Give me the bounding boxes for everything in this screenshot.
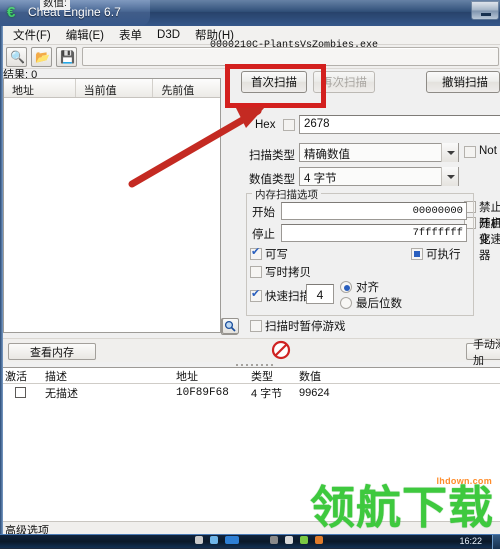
copy-on-write-label: 写时拷贝 [265,267,311,279]
start-address-label: 开始 [252,207,275,219]
taskbar-icon-1[interactable] [195,536,203,544]
value-type-value: 4 字节 [304,173,337,185]
desktop-background: € Cheat Engine 6.7 文件(F) 编辑(E) 表单 D3D 帮助… [0,0,500,549]
last-digits-radio[interactable] [340,297,352,309]
not-checkbox[interactable] [464,146,476,158]
view-memory-button[interactable]: 查看内存 [8,343,96,360]
scan-results-header: 地址 当前值 先前值 [4,79,220,98]
menu-form[interactable]: 表单 [113,25,151,46]
value-type-label: 数值类型 [249,174,295,186]
executable-checkbox[interactable] [411,248,423,260]
taskbar-icon-6[interactable] [300,536,308,544]
row-active-cell[interactable] [0,387,40,398]
row-active-checkbox[interactable] [14,387,26,398]
magnifier-icon[interactable] [222,318,239,334]
watermark-text: 领航下载 [309,481,494,534]
last-digits-label: 最后位数 [356,298,402,310]
value-type-select[interactable]: 4 字节 [299,167,459,186]
menu-edit[interactable]: 编辑(E) [60,25,113,46]
cheat-table-header: 激活 描述 地址 类型 数值 [0,368,500,384]
site-watermark: lhdown.com 领航下载 [268,476,498,532]
ct-column-type[interactable]: 类型 [246,368,294,383]
row-value[interactable]: 99624 [294,387,374,399]
alignment-radio[interactable] [340,281,352,293]
speedhack-label: 开启变速器 [479,218,500,262]
fast-scan-checkbox[interactable] [250,287,262,302]
start-address-input[interactable]: 00000000 [281,202,467,220]
stop-sign-glyph [271,340,291,360]
menu-d3d[interactable]: D3D [151,27,189,44]
stop-address-input[interactable]: 7fffffff [281,224,467,242]
hex-checkbox[interactable] [283,119,295,131]
hex-label: Hex [255,119,276,131]
ct-column-value[interactable]: 数值 [294,368,374,383]
scan-type-label: 扫描类型 [249,150,295,162]
pause-game-label: 扫描时暂停游戏 [265,321,346,333]
taskbar-icon-7[interactable] [315,536,323,544]
scan-value-input[interactable]: 2678 [299,115,500,134]
show-desktop-button[interactable] [492,535,500,549]
folder-open-icon[interactable]: 📂 [31,47,52,67]
scan-results-list[interactable]: 地址 当前值 先前值 [3,78,221,333]
undo-scan-button[interactable]: 撤销扫描 [426,71,500,93]
attached-process-title: 0000210C-PlantsVsZombies.exe [210,40,379,51]
writable-checkbox[interactable] [250,245,262,260]
taskbar-icon-5[interactable] [285,536,293,544]
fast-scan-alignment-input[interactable]: 4 [306,284,334,304]
menu-file[interactable]: 文件(F) [7,25,60,46]
table-row[interactable]: 无描述 10F89F68 4 字节 99624 [0,384,500,401]
taskbar-clock[interactable]: 16:22 [459,536,482,546]
window-left-edge [0,26,3,535]
chevron-down-icon[interactable] [441,143,458,162]
scan-type-select[interactable]: 精确数值 [299,143,459,162]
not-label: Not [479,145,497,157]
taskbar-icon-3[interactable] [225,536,239,544]
value-group-legend: 数值: [40,0,70,10]
column-address[interactable]: 地址 [4,79,76,97]
taskbar[interactable]: 16:22 [0,534,500,549]
memory-scan-options-legend: 内存扫描选项 [252,187,321,202]
magnifier-glyph [224,320,236,332]
row-description[interactable]: 无描述 [40,385,171,401]
chevron-down-icon[interactable] [441,167,458,186]
column-previous-value[interactable]: 先前值 [153,79,220,97]
minimize-button[interactable] [471,1,499,20]
ct-column-address[interactable]: 地址 [171,368,246,383]
copy-on-write-checkbox[interactable] [250,266,262,278]
taskbar-icon-2[interactable] [210,536,218,544]
annotation-highlight-box [225,64,326,108]
writable-label: 可写 [265,249,288,261]
row-address[interactable]: 10F89F68 [171,387,246,399]
pause-game-checkbox[interactable] [250,320,262,332]
save-disk-icon[interactable]: 💾 [56,47,77,67]
scan-type-value: 精确数值 [304,149,350,161]
process-select-icon[interactable]: 🔍 [6,47,27,67]
manual-add-button[interactable]: 手动添加 [466,339,500,367]
taskbar-icon-4[interactable] [270,536,278,544]
alignment-label: 对齐 [356,282,379,294]
stop-address-label: 停止 [252,229,275,241]
ct-column-active[interactable]: 激活 [0,368,40,383]
fast-scan-label: 快速扫描 [265,291,311,303]
row-type[interactable]: 4 字节 [246,385,294,401]
ct-column-description[interactable]: 描述 [40,368,171,383]
column-current-value[interactable]: 当前值 [76,79,154,97]
taskbar-icons [195,536,323,544]
stop-scan-icon[interactable] [271,340,291,360]
executable-label: 可执行 [426,249,461,261]
scan-results-body[interactable] [4,98,220,332]
window-titlebar[interactable]: € Cheat Engine 6.7 [0,0,500,26]
cheat-engine-logo-icon: € [7,4,16,21]
